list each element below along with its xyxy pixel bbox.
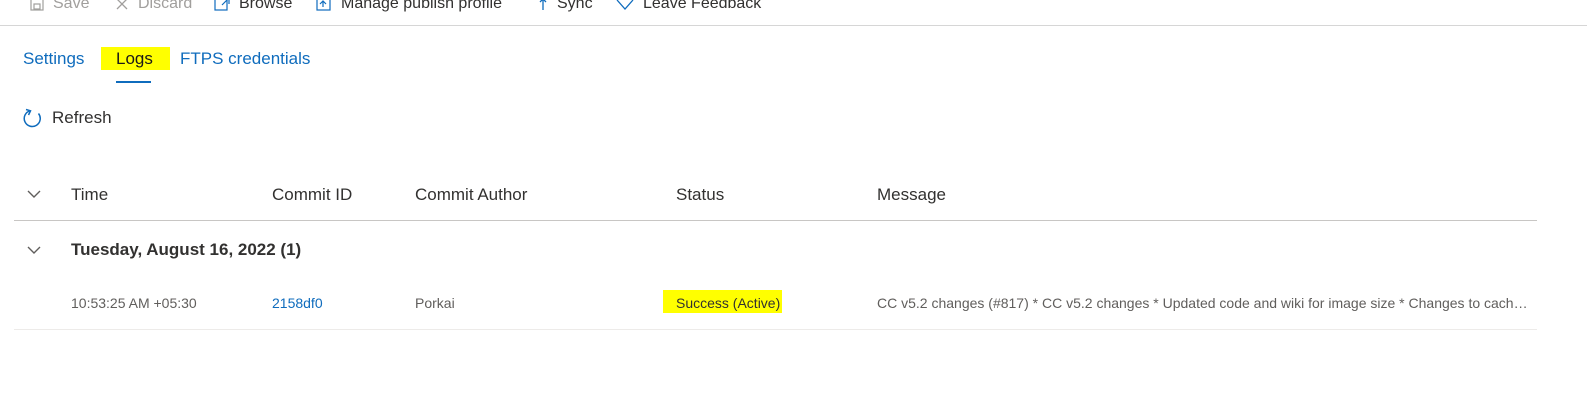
save-button[interactable]: Save xyxy=(30,0,89,14)
manage-publish-profile-label: Manage publish profile xyxy=(341,0,502,12)
sync-button[interactable]: Sync xyxy=(538,0,593,14)
refresh-button[interactable]: Refresh xyxy=(22,106,112,130)
row-divider xyxy=(14,329,1537,330)
cell-message: CC v5.2 changes (#817) * CC v5.2 changes… xyxy=(877,295,1532,311)
column-header-commit-author[interactable]: Commit Author xyxy=(415,184,527,206)
cell-commit-author: Porkai xyxy=(415,295,455,311)
chevron-down-icon xyxy=(27,246,41,254)
tab-ftps-credentials-label: FTPS credentials xyxy=(180,49,311,68)
column-header-commit-id-label: Commit ID xyxy=(272,185,353,204)
tab-selected-indicator xyxy=(116,81,151,83)
sync-label: Sync xyxy=(557,0,593,12)
tab-settings[interactable]: Settings xyxy=(23,47,84,71)
tab-logs[interactable]: Logs xyxy=(116,47,153,71)
browse-label: Browse xyxy=(239,0,293,12)
tab-logs-label: Logs xyxy=(116,49,153,68)
chevron-down-icon xyxy=(27,190,41,198)
sync-icon xyxy=(539,0,547,10)
cell-time: 10:53:25 AM +05:30 xyxy=(71,295,197,311)
column-header-status[interactable]: Status xyxy=(676,184,724,206)
browse-button[interactable]: Browse xyxy=(214,0,292,14)
leave-feedback-label: Leave Feedback xyxy=(643,0,762,12)
save-icon xyxy=(30,0,44,11)
discard-button[interactable]: Discard xyxy=(115,0,192,14)
collapse-all-toggle[interactable] xyxy=(26,186,42,207)
column-header-time[interactable]: Time xyxy=(71,184,108,206)
heart-icon xyxy=(616,0,634,10)
manage-publish-profile-button[interactable]: Manage publish profile xyxy=(316,0,502,14)
column-header-status-label: Status xyxy=(676,185,725,204)
discard-icon xyxy=(116,0,128,10)
column-header-message[interactable]: Message xyxy=(877,184,946,206)
tab-settings-label: Settings xyxy=(23,49,85,68)
tab-ftps-credentials[interactable]: FTPS credentials xyxy=(180,47,310,71)
column-header-commit-id[interactable]: Commit ID xyxy=(272,184,352,206)
group-header-date: Tuesday, August 16, 2022 (1) xyxy=(71,240,302,259)
save-label: Save xyxy=(53,0,90,12)
command-bar: Save Discard Browse Manage publish profi… xyxy=(0,0,1587,26)
refresh-icon xyxy=(23,108,41,127)
header-divider xyxy=(14,220,1537,221)
column-header-message-label: Message xyxy=(877,185,946,204)
refresh-label: Refresh xyxy=(52,108,112,127)
discard-label: Discard xyxy=(138,0,193,12)
group-collapse-toggle[interactable] xyxy=(26,242,42,263)
leave-feedback-button[interactable]: Leave Feedback xyxy=(616,0,761,14)
column-header-time-label: Time xyxy=(71,185,109,204)
publish-profile-icon xyxy=(316,0,331,11)
browse-icon xyxy=(214,0,230,11)
column-header-commit-author-label: Commit Author xyxy=(415,185,528,204)
commit-id-link[interactable]: 2158df0 xyxy=(272,294,323,312)
status-badge: Success (Active) xyxy=(676,295,781,311)
